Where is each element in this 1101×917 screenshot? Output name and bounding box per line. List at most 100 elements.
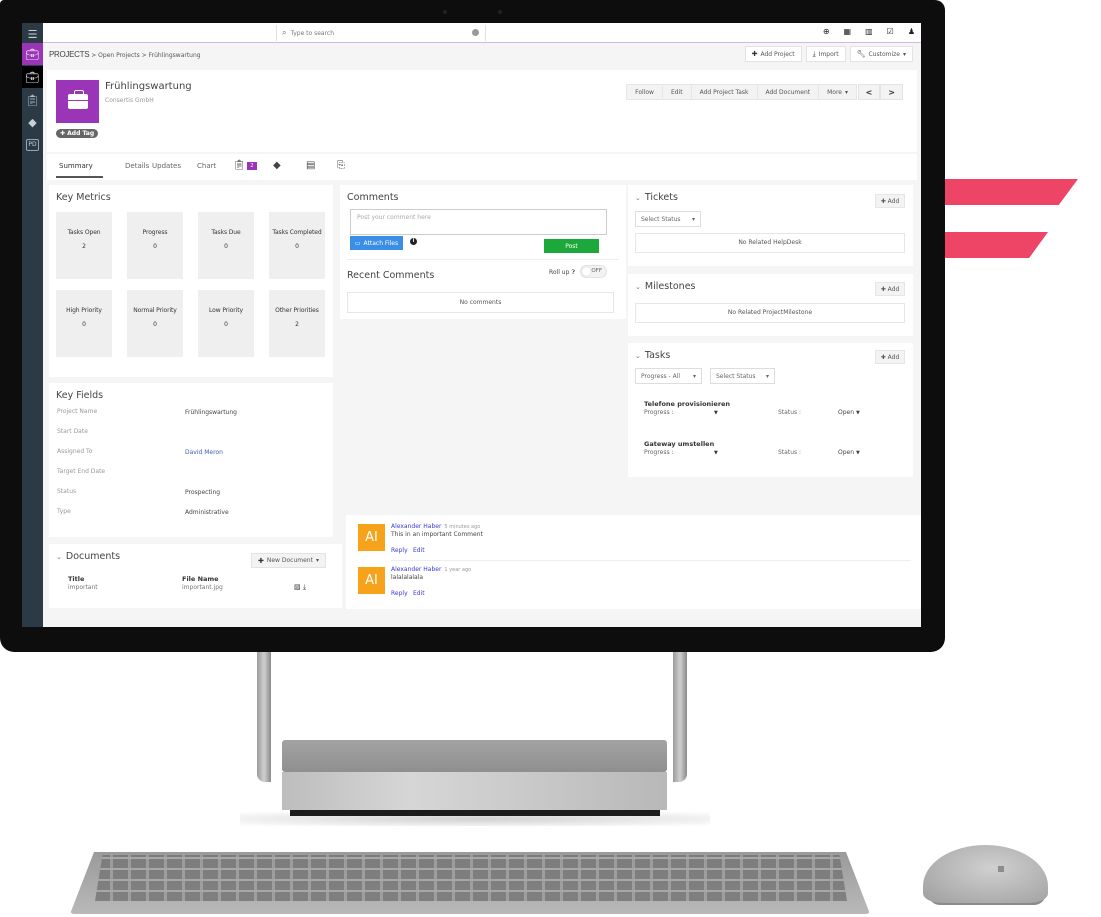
add-milestone-button[interactable]: ✚ Add [875, 282, 905, 296]
search-input[interactable]: ⌕ Type to search [276, 25, 486, 41]
attach-files-button[interactable]: ▭ Attach Files [350, 236, 403, 250]
add-ticket-button[interactable]: ✚ Add [875, 194, 905, 208]
active-tab-indicator [56, 176, 103, 178]
tab-summary[interactable]: Summary [59, 162, 93, 170]
new-document-button[interactable]: ✚ New Document ▾ [251, 553, 326, 568]
help-icon[interactable]: ❓︎ [571, 269, 575, 276]
tab-updates[interactable]: Updates [152, 162, 181, 170]
document-title[interactable]: important [68, 584, 98, 591]
caret-down-icon: ▾ [691, 215, 695, 223]
more-button[interactable]: More ▾ [818, 84, 857, 100]
monitor-stand-right-arm [673, 652, 687, 782]
sidebar-item-pd[interactable]: PD [22, 134, 43, 156]
select-value: Progress - All [641, 372, 681, 380]
tasks-title[interactable]: ⌄ Tasks [635, 350, 670, 361]
task-progress-dropdown[interactable]: ▼ [714, 450, 718, 456]
task-progress-dropdown[interactable]: ▼ [714, 410, 718, 416]
post-button[interactable]: Post [544, 239, 599, 253]
milestones-title[interactable]: ⌄ Milestones [635, 281, 696, 292]
edit-button[interactable]: Edit [661, 84, 691, 100]
rollup-toggle[interactable]: OFF [580, 265, 607, 278]
avatar: AI [358, 524, 385, 551]
sidebar-item-project[interactable]: 💼︎ [22, 66, 43, 88]
task-name[interactable]: Gateway umstellen [644, 440, 714, 448]
ticket-status-select[interactable]: Select Status ▾ [635, 211, 701, 227]
download-icon[interactable]: ⤓ [303, 583, 306, 592]
breadcrumb-root[interactable]: PROJECTS [49, 50, 90, 59]
caret-down-icon: ▾ [844, 88, 848, 96]
tab-details[interactable]: Details [125, 162, 149, 170]
task-status-dropdown[interactable]: Open ▼ [838, 449, 860, 456]
mouse-logo-icon [998, 866, 1004, 872]
breadcrumb-open-projects[interactable]: Open Projects [98, 52, 140, 59]
rollup-label: Roll up ❓︎ [549, 269, 575, 277]
task-status-dropdown[interactable]: Open ▼ [838, 409, 860, 416]
tab-milestones-diamond-icon[interactable]: ◆ [273, 160, 281, 171]
add-project-button[interactable]: ✚ Add Project [744, 46, 802, 62]
key-fields-title: Key Fields [56, 390, 104, 401]
documents-title[interactable]: ⌄ Documents [56, 551, 120, 562]
checkbox-icon[interactable]: ☑ [887, 27, 894, 36]
breadcrumb-bar: PROJECTS > Open Projects > Frühlingswart… [43, 44, 921, 66]
sidebar-item-milestones[interactable]: ◆ [22, 111, 43, 133]
add-project-task-button[interactable]: Add Project Task [690, 84, 757, 100]
field-label: Project Name [57, 408, 98, 415]
user-icon[interactable]: ♟ [908, 27, 915, 36]
info-icon[interactable]: i [410, 238, 417, 245]
comment-text: This in an important Comment [391, 531, 483, 538]
briefcase-icon [67, 90, 88, 109]
metric-value: 0 [82, 321, 86, 328]
metric-high-priority: High Priority 0 [56, 290, 112, 357]
field-label: Type [57, 508, 71, 515]
tickets-title[interactable]: ⌄ Tickets [635, 192, 678, 203]
breadcrumb-separator: > [141, 52, 147, 59]
page-actions: ✚ Add Project ⤓ Import 🔧︎ Customize ▾ [744, 46, 913, 62]
record-nav: < > [857, 84, 903, 100]
comment-input[interactable]: Post your comment here [350, 209, 607, 235]
sidebar-item-tasks[interactable]: 📋︎ [22, 89, 43, 111]
reply-link[interactable]: Reply [391, 547, 408, 554]
edit-link[interactable]: Edit [413, 547, 425, 554]
laptop-icon: ▭ [354, 239, 361, 247]
diamond-icon: ◆ [28, 115, 37, 129]
project-actions: Follow Edit Add Project Task Add Documen… [626, 84, 857, 100]
task-status-label: Status : [778, 409, 802, 416]
follow-button[interactable]: Follow [626, 84, 662, 100]
tab-chart[interactable]: Chart [197, 162, 216, 170]
chart-icon[interactable]: ▥ [865, 27, 873, 36]
clipboard-icon: 📋︎ [25, 93, 40, 107]
metric-label: Normal Priority [133, 307, 177, 314]
attach-files-label: Attach Files [363, 239, 399, 247]
task-status-select[interactable]: Select Status ▾ [710, 368, 775, 384]
task-name[interactable]: Telefone provisionieren [644, 400, 730, 408]
menu-icon[interactable]: ☰ [22, 23, 43, 45]
tab-tickets-icon[interactable]: ⎘ [337, 160, 345, 171]
no-comments-message: No comments [347, 292, 614, 313]
next-record-button[interactable]: > [880, 84, 903, 100]
sidebar-item-projects[interactable]: 💼︎ [22, 43, 43, 65]
camera-dot [443, 10, 447, 14]
pd-icon: PD [26, 139, 39, 151]
add-task-button[interactable]: ✚ Add [875, 350, 905, 364]
prev-record-button[interactable]: < [857, 84, 881, 100]
add-tag-button[interactable]: ✚ Add Tag [56, 129, 99, 138]
image-preview-icon[interactable]: ▨ [294, 583, 301, 591]
reply-link[interactable]: Reply [391, 590, 408, 597]
calendar-icon[interactable]: ▦ [844, 27, 852, 36]
field-assigned-to-link[interactable]: David Meron [185, 449, 223, 456]
comments-card: Comments Post your comment here ▭ Attach … [340, 185, 626, 319]
customize-button[interactable]: 🔧︎ Customize ▾ [849, 46, 913, 62]
task-progress-select[interactable]: Progress - All ▾ [635, 368, 702, 384]
comment-author[interactable]: Alexander Haber 1 year ago [391, 566, 471, 573]
document-file-name[interactable]: important.jpg [182, 584, 223, 591]
comment-author[interactable]: Alexander Haber 5 minutes ago [391, 523, 480, 530]
import-button[interactable]: ⤓ Import [805, 46, 846, 62]
tab-documents-icon[interactable]: ▤ [306, 160, 315, 171]
plus-circle-icon[interactable]: ⊕ [823, 27, 830, 36]
tab-tasks-clipboard-icon[interactable]: 📋︎ [233, 160, 246, 171]
add-document-button[interactable]: Add Document [756, 84, 819, 100]
caret-down-icon: ▾ [315, 557, 319, 564]
clear-search-icon[interactable] [472, 29, 479, 36]
edit-link[interactable]: Edit [413, 590, 425, 597]
metric-low-priority: Low Priority 0 [198, 290, 254, 357]
